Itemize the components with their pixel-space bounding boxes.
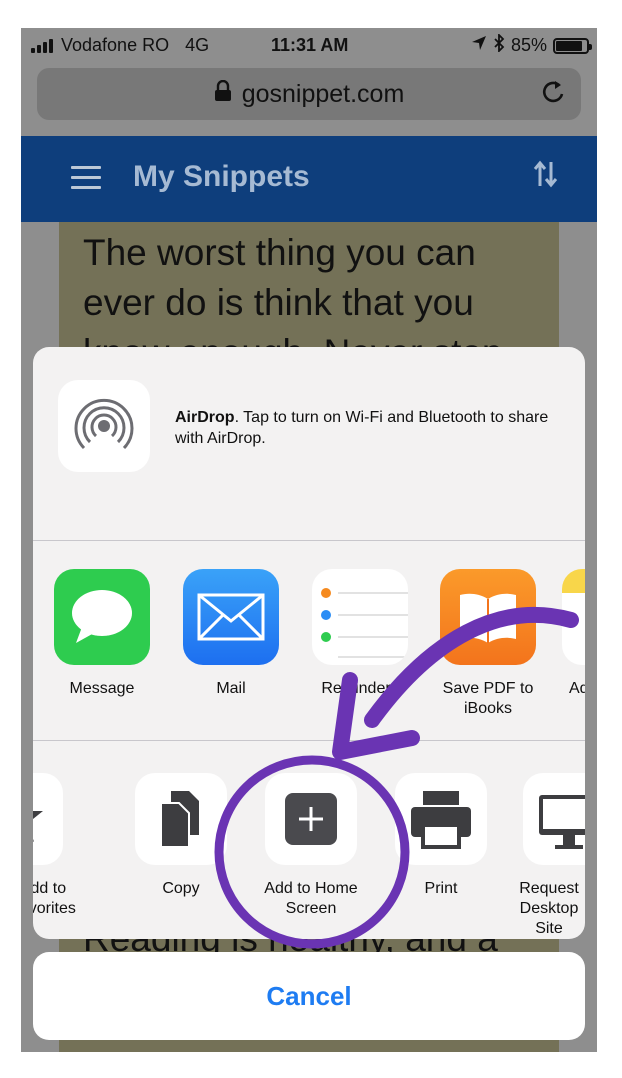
bluetooth-icon [493,32,505,57]
message-icon [54,569,150,665]
battery-fill [556,40,582,51]
app-item-message[interactable]: Message [47,569,157,699]
clock: 11:31 AM [271,35,349,55]
battery-icon [553,37,592,54]
airdrop-row[interactable]: AirDrop. Tap to turn on Wi-Fi and Blueto… [33,347,585,541]
lock-icon [214,79,232,109]
airdrop-title: AirDrop [175,409,235,426]
airdrop-message: AirDrop. Tap to turn on Wi-Fi and Blueto… [175,407,575,449]
address-bar[interactable]: gosnippet.com [37,68,581,120]
phone-screen: Vodafone RO 4G 11:31 AM 85% gosnippet.co… [21,28,597,1052]
sort-icon[interactable] [533,160,559,195]
print-icon [395,773,487,865]
actions-row: Add to Favorites Copy Add to Home Screen… [33,741,585,939]
cancel-button[interactable]: Cancel [33,952,585,1040]
app-item-mail[interactable]: Mail [176,569,286,699]
app-label-message: Message [69,680,135,697]
apps-row: Message Mail Reminders Save PDF to iBook… [33,541,585,741]
action-label-print: Print [424,880,458,897]
url-text: gosnippet.com [241,80,405,108]
desktop-icon [523,773,585,865]
copy-icon [135,773,227,865]
share-sheet: AirDrop. Tap to turn on Wi-Fi and Blueto… [33,347,585,939]
app-label-ibooks: Save PDF to iBooks [442,680,534,717]
action-label-desktop: Request Desktop Site [519,880,579,937]
action-request-desktop[interactable]: Request Desktop Site [509,773,585,939]
carrier-label: Vodafone RO [61,35,170,55]
app-item-notes[interactable]: Ad [555,569,585,699]
hamburger-icon[interactable] [71,166,101,190]
notes-icon [562,569,585,665]
signal-icon [31,38,53,53]
app-title: My Snippets [133,160,310,193]
action-label-home-screen: Add to Home Screen [264,880,358,917]
action-add-to-favorites[interactable]: Add to Favorites [33,773,77,919]
app-label-mail: Mail [216,680,246,697]
battery-percent: 85% [510,35,547,55]
ibooks-icon [440,569,536,665]
reminders-icon [312,569,408,665]
network-label: 4G [185,35,210,55]
app-item-ibooks[interactable]: Save PDF to iBooks [433,569,543,719]
status-right: 85% [471,32,592,57]
app-header: My Snippets [21,136,597,222]
airdrop-icon [58,380,150,472]
action-label-favorites: Add to Favorites [33,880,76,917]
add-icon [265,773,357,865]
app-label-reminders: Reminders [321,680,399,697]
status-bar: Vodafone RO 4G 11:31 AM 85% [21,28,597,62]
star-icon [33,773,63,865]
action-add-to-home-screen[interactable]: Add to Home Screen [251,773,371,919]
app-label-notes: Ad [569,680,585,697]
address-content: gosnippet.com [37,79,581,109]
status-left: Vodafone RO 4G [31,35,209,56]
location-icon [471,35,487,56]
action-print[interactable]: Print [381,773,501,899]
app-item-reminders[interactable]: Reminders [305,569,415,699]
reload-icon[interactable] [541,78,567,113]
mail-icon [183,569,279,665]
action-label-copy: Copy [162,880,200,897]
action-copy[interactable]: Copy [121,773,241,899]
